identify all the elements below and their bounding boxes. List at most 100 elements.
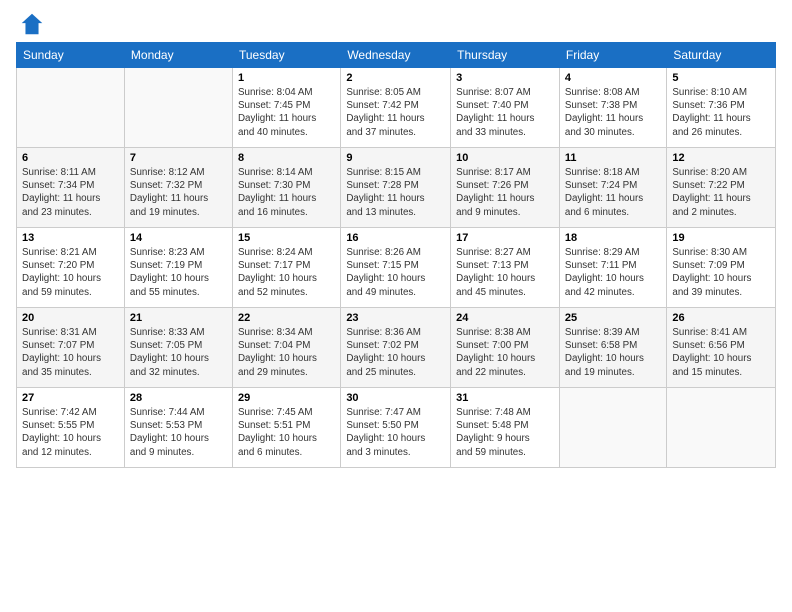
calendar-cell: 1 Sunrise: 8:04 AM Sunset: 7:45 PM Daylig… <box>232 68 340 148</box>
calendar-cell: 11Sunrise: 8:18 AM Sunset: 7:24 PM Dayli… <box>559 148 667 228</box>
calendar-cell <box>17 68 125 148</box>
day-number: 1 <box>238 72 335 84</box>
day-info: Sunrise: 8:07 AM Sunset: 7:40 PM Dayligh… <box>456 86 554 139</box>
day-number: 25 <box>565 312 662 324</box>
day-number: 14 <box>130 232 227 244</box>
week-row-1: 1 Sunrise: 8:04 AM Sunset: 7:45 PM Daylig… <box>17 68 776 148</box>
calendar-cell <box>667 388 776 468</box>
day-info: Sunrise: 8:23 AM Sunset: 7:19 PM Dayligh… <box>130 246 227 299</box>
day-number: 16 <box>346 232 445 244</box>
calendar-cell: 9 Sunrise: 8:15 AM Sunset: 7:28 PM Daylig… <box>341 148 451 228</box>
calendar-cell: 23 Sunrise: 8:36 AM Sunset: 7:02 PM Dayli… <box>341 308 451 388</box>
header <box>16 10 776 38</box>
day-number: 31 <box>456 392 554 404</box>
day-info: Sunrise: 8:30 AM Sunset: 7:09 PM Dayligh… <box>672 246 770 299</box>
calendar-cell: 12 Sunrise: 8:20 AM Sunset: 7:22 PM Dayli… <box>667 148 776 228</box>
day-info: Sunrise: 7:42 AM Sunset: 5:55 PM Dayligh… <box>22 406 119 459</box>
calendar-cell: 5Sunrise: 8:10 AM Sunset: 7:36 PM Daylig… <box>667 68 776 148</box>
calendar-cell: 3 Sunrise: 8:07 AM Sunset: 7:40 PM Daylig… <box>451 68 560 148</box>
day-info: Sunrise: 8:34 AM Sunset: 7:04 PM Dayligh… <box>238 326 335 379</box>
day-header-friday: Friday <box>559 43 667 68</box>
day-number: 28 <box>130 392 227 404</box>
calendar-cell: 25 Sunrise: 8:39 AM Sunset: 6:58 PM Dayli… <box>559 308 667 388</box>
day-number: 5 <box>672 72 770 84</box>
calendar-cell: 30 Sunrise: 7:47 AM Sunset: 5:50 PM Dayli… <box>341 388 451 468</box>
day-info: Sunrise: 8:08 AM Sunset: 7:38 PM Dayligh… <box>565 86 662 139</box>
logo-icon <box>18 10 46 38</box>
day-info: Sunrise: 7:45 AM Sunset: 5:51 PM Dayligh… <box>238 406 335 459</box>
calendar-cell: 4 Sunrise: 8:08 AM Sunset: 7:38 PM Daylig… <box>559 68 667 148</box>
calendar-cell: 21Sunrise: 8:33 AM Sunset: 7:05 PM Dayli… <box>124 308 232 388</box>
day-number: 30 <box>346 392 445 404</box>
day-number: 7 <box>130 152 227 164</box>
day-info: Sunrise: 8:18 AM Sunset: 7:24 PM Dayligh… <box>565 166 662 219</box>
day-number: 13 <box>22 232 119 244</box>
day-info: Sunrise: 7:47 AM Sunset: 5:50 PM Dayligh… <box>346 406 445 459</box>
day-info: Sunrise: 8:20 AM Sunset: 7:22 PM Dayligh… <box>672 166 770 219</box>
day-number: 12 <box>672 152 770 164</box>
day-header-sunday: Sunday <box>17 43 125 68</box>
calendar-cell: 31 Sunrise: 7:48 AM Sunset: 5:48 PM Dayli… <box>451 388 560 468</box>
day-info: Sunrise: 8:33 AM Sunset: 7:05 PM Dayligh… <box>130 326 227 379</box>
day-header-wednesday: Wednesday <box>341 43 451 68</box>
week-row-3: 13 Sunrise: 8:21 AM Sunset: 7:20 PM Dayli… <box>17 228 776 308</box>
day-info: Sunrise: 8:31 AM Sunset: 7:07 PM Dayligh… <box>22 326 119 379</box>
day-header-thursday: Thursday <box>451 43 560 68</box>
day-info: Sunrise: 7:48 AM Sunset: 5:48 PM Dayligh… <box>456 406 554 459</box>
day-info: Sunrise: 8:05 AM Sunset: 7:42 PM Dayligh… <box>346 86 445 139</box>
day-info: Sunrise: 8:15 AM Sunset: 7:28 PM Dayligh… <box>346 166 445 219</box>
calendar-cell: 20 Sunrise: 8:31 AM Sunset: 7:07 PM Dayli… <box>17 308 125 388</box>
day-number: 15 <box>238 232 335 244</box>
week-row-5: 27 Sunrise: 7:42 AM Sunset: 5:55 PM Dayli… <box>17 388 776 468</box>
day-info: Sunrise: 8:41 AM Sunset: 6:56 PM Dayligh… <box>672 326 770 379</box>
calendar-cell: 15 Sunrise: 8:24 AM Sunset: 7:17 PM Dayli… <box>232 228 340 308</box>
day-number: 22 <box>238 312 335 324</box>
calendar: SundayMondayTuesdayWednesdayThursdayFrid… <box>16 42 776 468</box>
day-number: 23 <box>346 312 445 324</box>
calendar-cell: 29 Sunrise: 7:45 AM Sunset: 5:51 PM Dayli… <box>232 388 340 468</box>
calendar-cell: 14 Sunrise: 8:23 AM Sunset: 7:19 PM Dayli… <box>124 228 232 308</box>
day-number: 8 <box>238 152 335 164</box>
calendar-cell: 16 Sunrise: 8:26 AM Sunset: 7:15 PM Dayli… <box>341 228 451 308</box>
calendar-cell <box>124 68 232 148</box>
week-row-4: 20 Sunrise: 8:31 AM Sunset: 7:07 PM Dayli… <box>17 308 776 388</box>
day-number: 6 <box>22 152 119 164</box>
calendar-cell: 17Sunrise: 8:27 AM Sunset: 7:13 PM Dayli… <box>451 228 560 308</box>
calendar-cell: 6 Sunrise: 8:11 AM Sunset: 7:34 PM Daylig… <box>17 148 125 228</box>
day-number: 4 <box>565 72 662 84</box>
week-row-2: 6 Sunrise: 8:11 AM Sunset: 7:34 PM Daylig… <box>17 148 776 228</box>
day-info: Sunrise: 8:24 AM Sunset: 7:17 PM Dayligh… <box>238 246 335 299</box>
day-number: 27 <box>22 392 119 404</box>
day-info: Sunrise: 8:11 AM Sunset: 7:34 PM Dayligh… <box>22 166 119 219</box>
calendar-cell: 22 Sunrise: 8:34 AM Sunset: 7:04 PM Dayli… <box>232 308 340 388</box>
calendar-cell: 2 Sunrise: 8:05 AM Sunset: 7:42 PM Daylig… <box>341 68 451 148</box>
calendar-cell: 24 Sunrise: 8:38 AM Sunset: 7:00 PM Dayli… <box>451 308 560 388</box>
calendar-cell: 8Sunrise: 8:14 AM Sunset: 7:30 PM Daylig… <box>232 148 340 228</box>
calendar-cell: 7 Sunrise: 8:12 AM Sunset: 7:32 PM Daylig… <box>124 148 232 228</box>
day-number: 9 <box>346 152 445 164</box>
day-number: 10 <box>456 152 554 164</box>
day-number: 19 <box>672 232 770 244</box>
day-info: Sunrise: 8:26 AM Sunset: 7:15 PM Dayligh… <box>346 246 445 299</box>
day-number: 29 <box>238 392 335 404</box>
day-info: Sunrise: 8:04 AM Sunset: 7:45 PM Dayligh… <box>238 86 335 139</box>
day-number: 24 <box>456 312 554 324</box>
day-info: Sunrise: 8:21 AM Sunset: 7:20 PM Dayligh… <box>22 246 119 299</box>
calendar-cell: 10Sunrise: 8:17 AM Sunset: 7:26 PM Dayli… <box>451 148 560 228</box>
calendar-cell: 19 Sunrise: 8:30 AM Sunset: 7:09 PM Dayli… <box>667 228 776 308</box>
day-number: 20 <box>22 312 119 324</box>
calendar-cell: 26Sunrise: 8:41 AM Sunset: 6:56 PM Dayli… <box>667 308 776 388</box>
day-info: Sunrise: 8:12 AM Sunset: 7:32 PM Dayligh… <box>130 166 227 219</box>
day-info: Sunrise: 8:38 AM Sunset: 7:00 PM Dayligh… <box>456 326 554 379</box>
day-header-monday: Monday <box>124 43 232 68</box>
calendar-cell: 18Sunrise: 8:29 AM Sunset: 7:11 PM Dayli… <box>559 228 667 308</box>
day-header-saturday: Saturday <box>667 43 776 68</box>
day-info: Sunrise: 7:44 AM Sunset: 5:53 PM Dayligh… <box>130 406 227 459</box>
day-number: 3 <box>456 72 554 84</box>
day-info: Sunrise: 8:29 AM Sunset: 7:11 PM Dayligh… <box>565 246 662 299</box>
day-info: Sunrise: 8:39 AM Sunset: 6:58 PM Dayligh… <box>565 326 662 379</box>
day-number: 2 <box>346 72 445 84</box>
logo <box>16 10 46 38</box>
calendar-cell: 27 Sunrise: 7:42 AM Sunset: 5:55 PM Dayli… <box>17 388 125 468</box>
day-info: Sunrise: 8:36 AM Sunset: 7:02 PM Dayligh… <box>346 326 445 379</box>
